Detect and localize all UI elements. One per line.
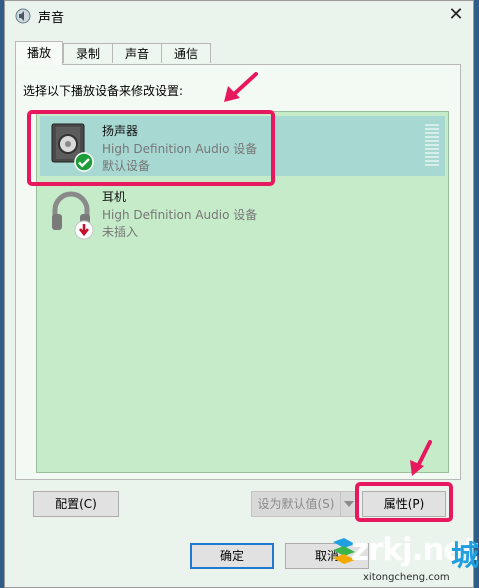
ok-button[interactable]: 确定 [190, 543, 274, 569]
sound-app-icon [15, 8, 31, 24]
device-list[interactable]: 扬声器 High Definition Audio 设备 默认设备 耳机 Hig… [36, 111, 449, 473]
device-driver: High Definition Audio 设备 [102, 142, 258, 156]
red-down-arrow-icon [74, 220, 94, 240]
watermark-logo: zrkj.net 城 xitongcheng.com [329, 528, 479, 588]
title-bar[interactable]: 声音 ✕ [5, 1, 473, 31]
tab-playback[interactable]: 播放 [15, 41, 63, 65]
set-default-dropdown[interactable] [340, 491, 358, 517]
watermark-cn: 城 [451, 539, 479, 572]
tab-communications[interactable]: 通信 [161, 43, 211, 63]
device-name: 扬声器 [102, 124, 139, 138]
configure-button[interactable]: 配置(C) [33, 491, 119, 517]
tab-recording[interactable]: 录制 [63, 43, 113, 63]
volume-meter [425, 124, 439, 168]
properties-button[interactable]: 属性(P) [362, 491, 446, 517]
device-status: 未插入 [102, 225, 139, 239]
instruction-text: 选择以下播放设备来修改设置: [23, 84, 184, 98]
close-button[interactable]: ✕ [441, 1, 471, 29]
green-check-icon [74, 152, 94, 172]
watermark-sub: xitongcheng.com [363, 572, 450, 583]
tab-sounds[interactable]: 声音 [112, 43, 162, 63]
chevron-down-icon [344, 501, 354, 507]
window-title: 声音 [38, 11, 65, 26]
device-driver: High Definition Audio 设备 [102, 208, 258, 222]
set-default-button[interactable]: 设为默认值(S) [251, 491, 341, 517]
device-status: 默认设备 [102, 159, 151, 173]
device-name: 耳机 [102, 190, 127, 204]
device-item-headphones[interactable]: 耳机 High Definition Audio 设备 未插入 [40, 182, 445, 242]
device-item-speakers[interactable]: 扬声器 High Definition Audio 设备 默认设备 [40, 116, 445, 176]
sound-dialog: 声音 ✕ 播放 录制 声音 通信 选择以下播放设备来修改设置: 扬声器 High… [4, 0, 474, 588]
